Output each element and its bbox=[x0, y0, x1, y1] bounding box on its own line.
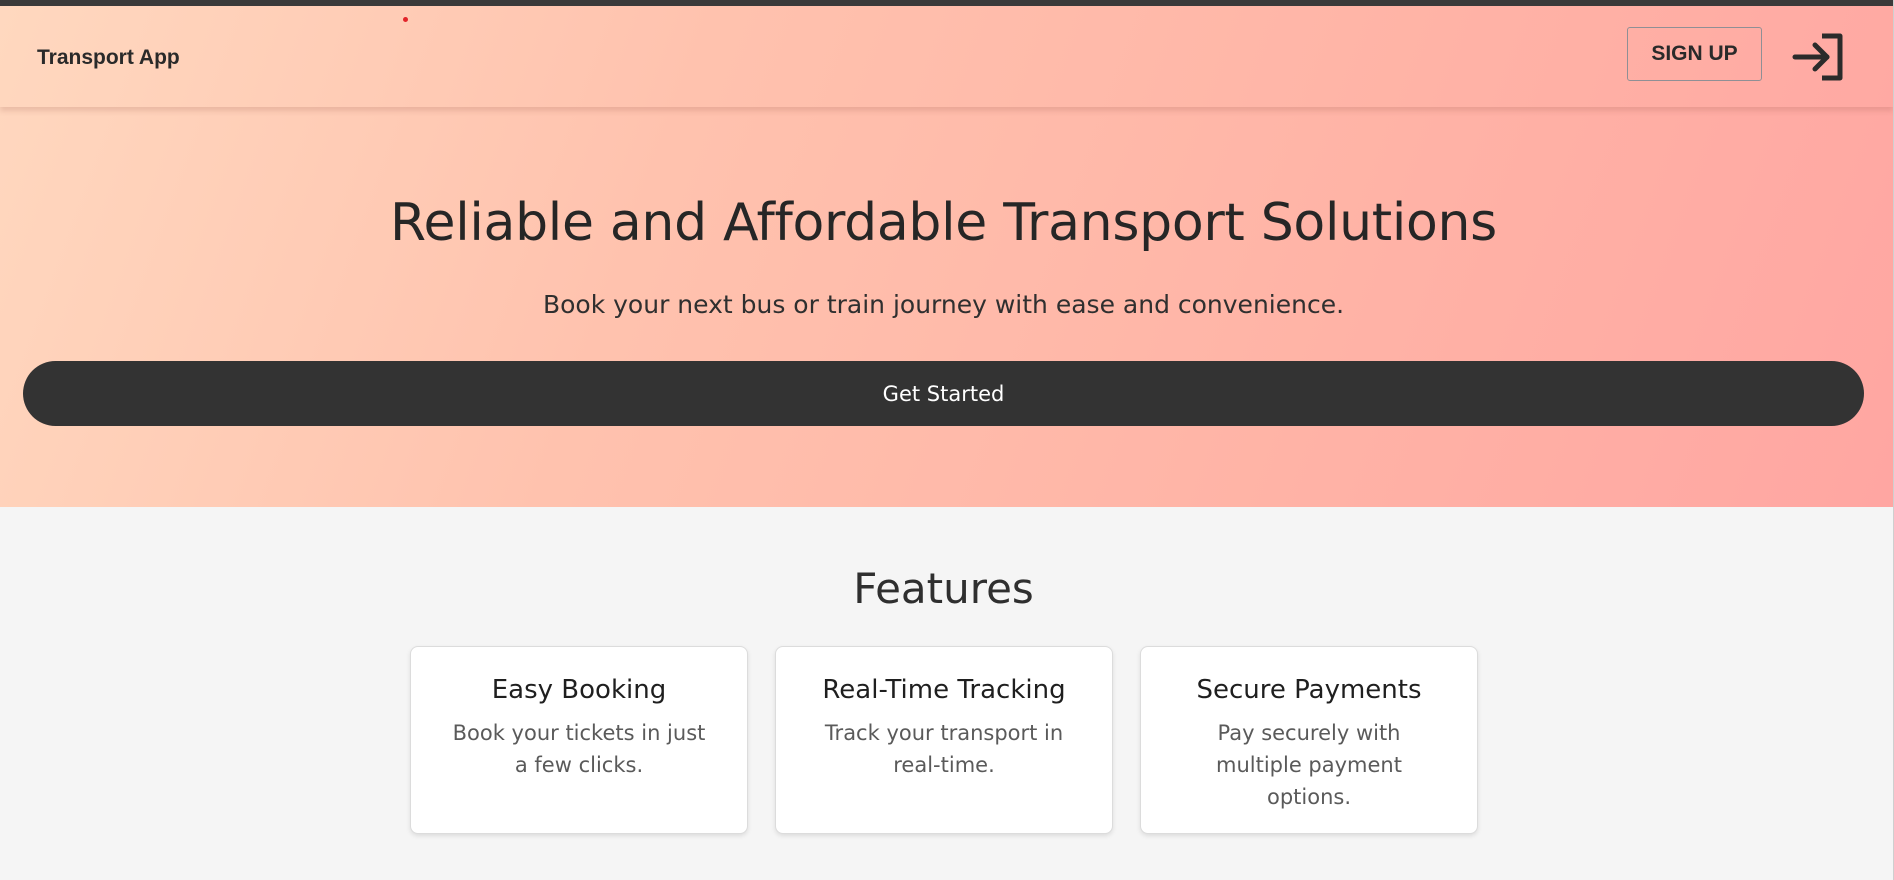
nav-actions: SIGN UP bbox=[1627, 26, 1847, 85]
feature-card-description: Book your tickets in just a few clicks. bbox=[452, 721, 706, 777]
features-title: Features bbox=[853, 564, 1034, 613]
feature-card-title: Real-Time Tracking bbox=[822, 675, 1066, 705]
app-window: Transport App SIGN UP Reliable and Affor… bbox=[0, 0, 1893, 880]
feature-card-secure-payments: Secure Payments Pay securely with multip… bbox=[1140, 646, 1478, 834]
signup-button[interactable]: SIGN UP bbox=[1627, 26, 1762, 81]
feature-card-title: Secure Payments bbox=[1196, 675, 1422, 705]
cursor-dot bbox=[403, 17, 408, 22]
navbar: Transport App SIGN UP bbox=[0, 6, 1893, 107]
feature-card-description: Track your transport in real-time. bbox=[824, 721, 1064, 777]
feature-card-title: Easy Booking bbox=[491, 675, 667, 705]
feature-card-real-time-tracking: Real-Time Tracking Track your transport … bbox=[775, 646, 1113, 834]
login-icon[interactable] bbox=[1791, 29, 1847, 85]
feature-cards: Easy Booking Book your tickets in just a… bbox=[410, 646, 1478, 834]
feature-card-easy-booking: Easy Booking Book your tickets in just a… bbox=[410, 646, 748, 834]
login-arrow-icon bbox=[1792, 33, 1843, 80]
hero-subtitle: Book your next bus or train journey with… bbox=[542, 290, 1345, 319]
feature-card-description: Pay securely with multiple payment optio… bbox=[1216, 721, 1402, 809]
hero-title: Reliable and Affordable Transport Soluti… bbox=[390, 193, 1497, 253]
get-started-button[interactable]: Get Started bbox=[23, 361, 1864, 426]
brand-logo-text[interactable]: Transport App bbox=[37, 46, 180, 70]
